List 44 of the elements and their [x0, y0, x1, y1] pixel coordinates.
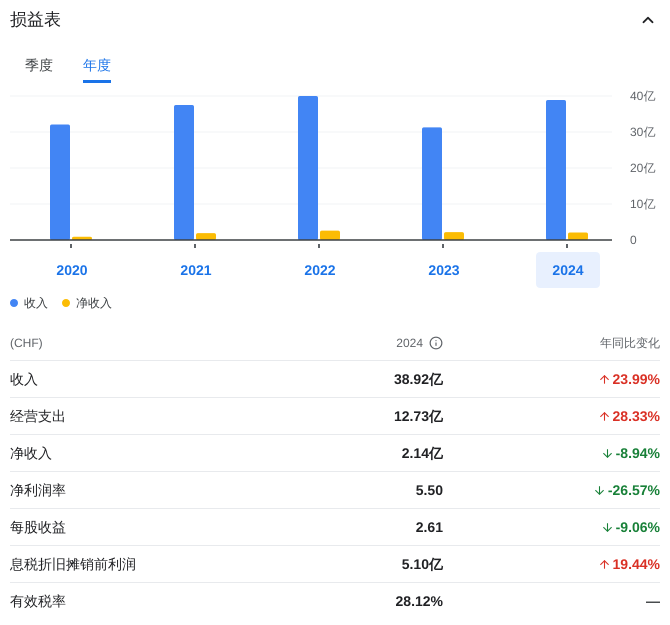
net-income-bar — [444, 232, 464, 240]
change-cell-text: 28.33% — [612, 406, 660, 426]
axis-label: 40亿 — [630, 89, 656, 103]
info-icon[interactable] — [429, 336, 443, 350]
row-label: 经营支出 — [10, 406, 67, 426]
net-income-bar — [568, 232, 588, 240]
axis-label: 20亿 — [630, 161, 656, 175]
row-label: 净收入 — [10, 444, 53, 462]
value-cell-text: 12.73亿 — [392, 406, 443, 426]
year-tab[interactable]: 2024 — [536, 252, 600, 288]
value-cell-text: 28.12% — [394, 592, 443, 610]
value-cell-text: 2.14亿 — [400, 444, 443, 462]
column-header: 2024 — [396, 335, 423, 352]
change-cell-text: -9.06% — [616, 518, 660, 536]
change-cell-text: 23.99% — [612, 370, 660, 388]
value-cell-text: 5.10亿 — [400, 554, 443, 574]
axis-label: 0 — [630, 233, 637, 247]
row-label: 净利润率 — [10, 480, 67, 500]
net-income-bar — [72, 236, 92, 240]
year-tab[interactable]: 2023 — [412, 252, 476, 288]
row-label: 有效税率 — [10, 592, 67, 610]
change-cell-text: — — [646, 592, 660, 610]
change-cell-text: -8.94% — [616, 444, 660, 462]
period-tab[interactable]: 年度 — [83, 56, 111, 83]
row-label: 每股收益 — [10, 518, 67, 536]
row-label: 收入 — [10, 370, 39, 388]
change-cell-text: 19.44% — [612, 554, 660, 574]
year-tab[interactable]: 2020 — [40, 252, 104, 288]
row-label: 息税折旧摊销前利润 — [10, 554, 137, 574]
change-cell-text: -26.57% — [608, 480, 660, 500]
column-header: (CHF) — [10, 335, 44, 352]
value-cell-text: 38.92亿 — [392, 370, 443, 388]
value-cell-text: 5.50 — [414, 480, 443, 500]
year-tab[interactable]: 2021 — [164, 252, 228, 288]
value-cell-text: 2.61 — [414, 518, 443, 536]
legend-label: 净收入 — [76, 295, 112, 312]
period-tab[interactable]: 季度 — [25, 56, 53, 83]
column-header: 年同比变化 — [599, 335, 660, 352]
axis-label: 10亿 — [630, 197, 656, 211]
legend-label: 收入 — [24, 295, 48, 312]
section-title: 损益表 — [10, 9, 61, 32]
year-tab[interactable]: 2022 — [288, 252, 352, 288]
net-income-bar — [196, 233, 216, 240]
axis-label: 30亿 — [630, 125, 656, 139]
